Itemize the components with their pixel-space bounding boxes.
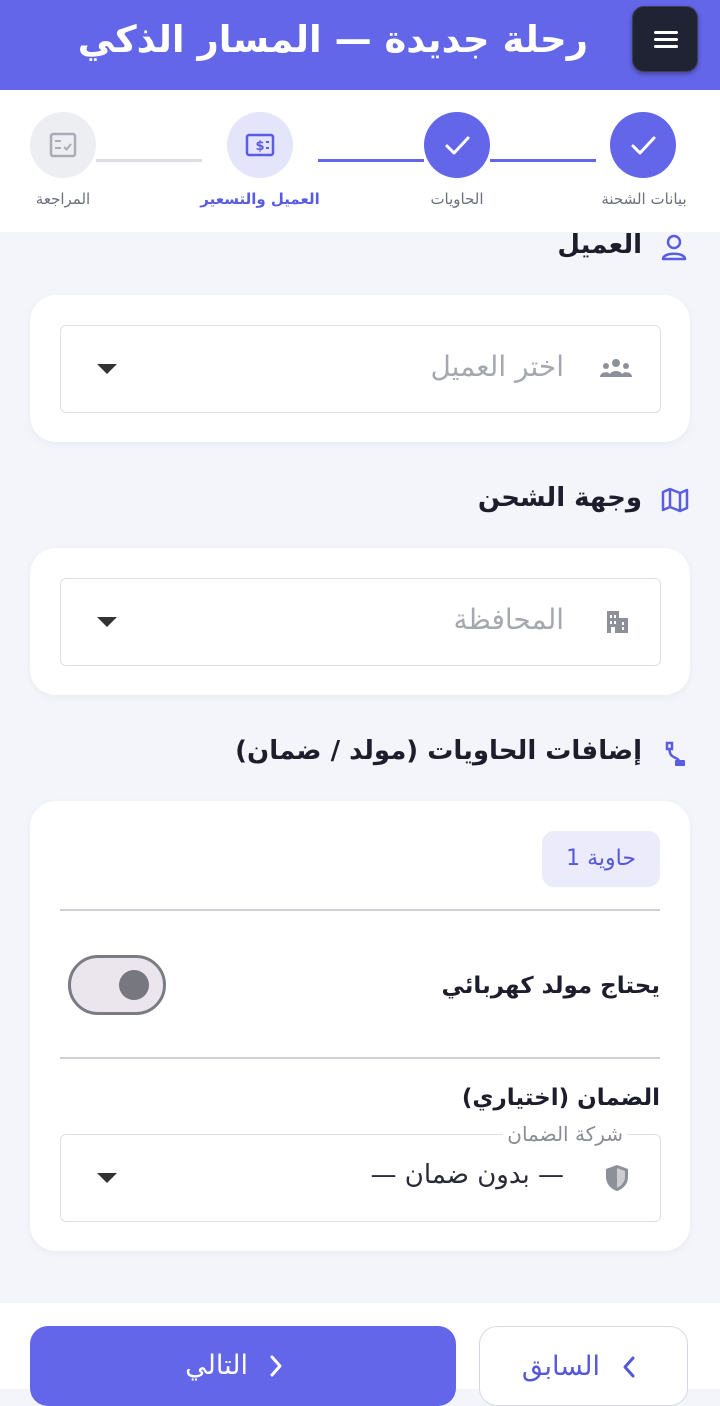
check-icon (631, 136, 656, 155)
step-connector (490, 159, 596, 162)
generator-toggle[interactable] (68, 955, 166, 1015)
checklist-icon (49, 132, 77, 158)
shield-icon (604, 1163, 630, 1197)
footer-bar: التالي السابق (0, 1303, 720, 1406)
step-4-circle[interactable] (30, 112, 96, 178)
map-icon (660, 486, 690, 518)
customer-select[interactable]: اختر العميل (60, 325, 661, 413)
step-3-label: العميل والتسعير (200, 190, 320, 208)
step-connector (318, 159, 424, 162)
insurance-select[interactable]: — بدون ضمان — (60, 1134, 661, 1222)
step-4-label: المراجعة (35, 190, 91, 208)
chevron-down-icon (97, 1173, 117, 1183)
chevron-left-icon (623, 1356, 635, 1378)
generator-label: يحتاج مولد كهربائي (441, 973, 660, 999)
next-button[interactable]: التالي (30, 1326, 456, 1406)
insurance-label: الضمان (اختياري) (461, 1085, 660, 1111)
step-connector (96, 159, 202, 162)
svg-text:$: $ (255, 139, 264, 154)
previous-button[interactable]: السابق (479, 1326, 688, 1406)
app-header: رحلة جديدة — المسار الذكي (0, 0, 720, 90)
group-icon (598, 354, 634, 388)
plug-icon (660, 738, 688, 772)
menu-icon (654, 31, 678, 34)
governorate-select[interactable]: المحافظة (60, 578, 661, 666)
divider (60, 1057, 660, 1059)
step-3-circle[interactable]: $ (227, 112, 293, 178)
previous-button-label: السابق (521, 1351, 600, 1382)
step-2-label: الحاويات (430, 190, 484, 208)
step-1-label: بيانات الشحنة (601, 190, 687, 208)
invoice-dollar-icon: $ (245, 133, 275, 157)
section-title-destination: وجهة الشحن (477, 483, 642, 513)
progress-stepper: بيانات الشحنة الحاويات $ العميل والتسعير… (0, 90, 720, 232)
city-icon (604, 609, 630, 639)
destination-card: المحافظة (30, 548, 690, 695)
container-addons-card: حاوية 1 يحتاج مولد كهربائي الضمان (اختيا… (30, 801, 690, 1251)
chevron-down-icon (97, 364, 117, 374)
step-1-circle[interactable] (610, 112, 676, 178)
user-icon (660, 233, 688, 267)
insurance-company-label: شركة الضمان (503, 1122, 627, 1146)
container-badge: حاوية 1 (542, 831, 660, 887)
chevron-right-icon (270, 1355, 282, 1377)
toggle-knob (119, 970, 149, 1000)
insurance-select-value: — بدون ضمان — (370, 1160, 564, 1190)
next-button-label: التالي (185, 1350, 248, 1381)
chevron-down-icon (97, 617, 117, 627)
page-title: رحلة جديدة — المسار الذكي (77, 18, 588, 61)
customer-card: اختر العميل (30, 295, 690, 442)
divider (60, 909, 660, 911)
section-title-customer: العميل (557, 230, 642, 260)
section-title-addons: إضافات الحاويات (مولد / ضمان) (235, 736, 642, 766)
check-icon (445, 136, 470, 155)
menu-button[interactable] (632, 6, 698, 72)
customer-select-placeholder: اختر العميل (430, 350, 564, 383)
governorate-select-placeholder: المحافظة (453, 603, 564, 636)
step-2-circle[interactable] (424, 112, 490, 178)
